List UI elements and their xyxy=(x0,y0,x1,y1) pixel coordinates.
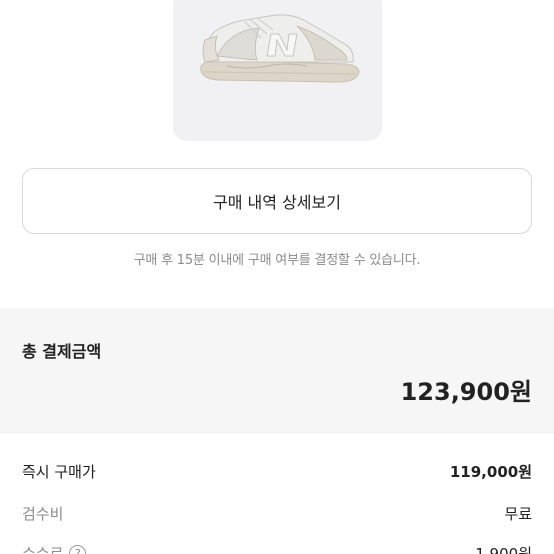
section-divider xyxy=(0,296,554,308)
price-breakdown: 즉시 구매가 119,000원 검수비 무료 수수료 ? 1,900원 xyxy=(0,432,554,554)
commission-fee-value: 1,900원 xyxy=(475,544,532,554)
total-payment-amount: 123,900원 xyxy=(400,378,532,406)
total-payment-label: 총 결제금액 xyxy=(22,342,102,361)
commission-fee-label: 수수료 xyxy=(22,544,64,554)
total-payment-section: 총 결제금액 123,900원 xyxy=(0,308,554,432)
commission-fee-row: 수수료 ? 1,900원 xyxy=(22,541,532,554)
purchase-details-button[interactable]: 구매 내역 상세보기 xyxy=(22,168,532,234)
commission-fee-label-group: 수수료 ? xyxy=(22,543,87,554)
product-image-card[interactable] xyxy=(173,0,382,141)
purchase-decision-notice: 구매 후 15분 이내에 구매 여부를 결정할 수 있습니다. xyxy=(133,253,421,268)
inspection-fee-value: 무료 xyxy=(504,504,532,523)
help-question-icon[interactable]: ? xyxy=(69,544,87,554)
product-area xyxy=(0,0,554,150)
instant-buy-price-label: 즉시 구매가 xyxy=(22,462,96,481)
sneaker-image xyxy=(200,14,360,83)
inspection-fee-row: 검수비 무료 xyxy=(22,501,532,525)
instant-buy-price-row: 즉시 구매가 119,000원 xyxy=(22,459,532,483)
inspection-fee-label: 검수비 xyxy=(22,504,64,523)
instant-buy-price-value: 119,000원 xyxy=(449,462,532,481)
